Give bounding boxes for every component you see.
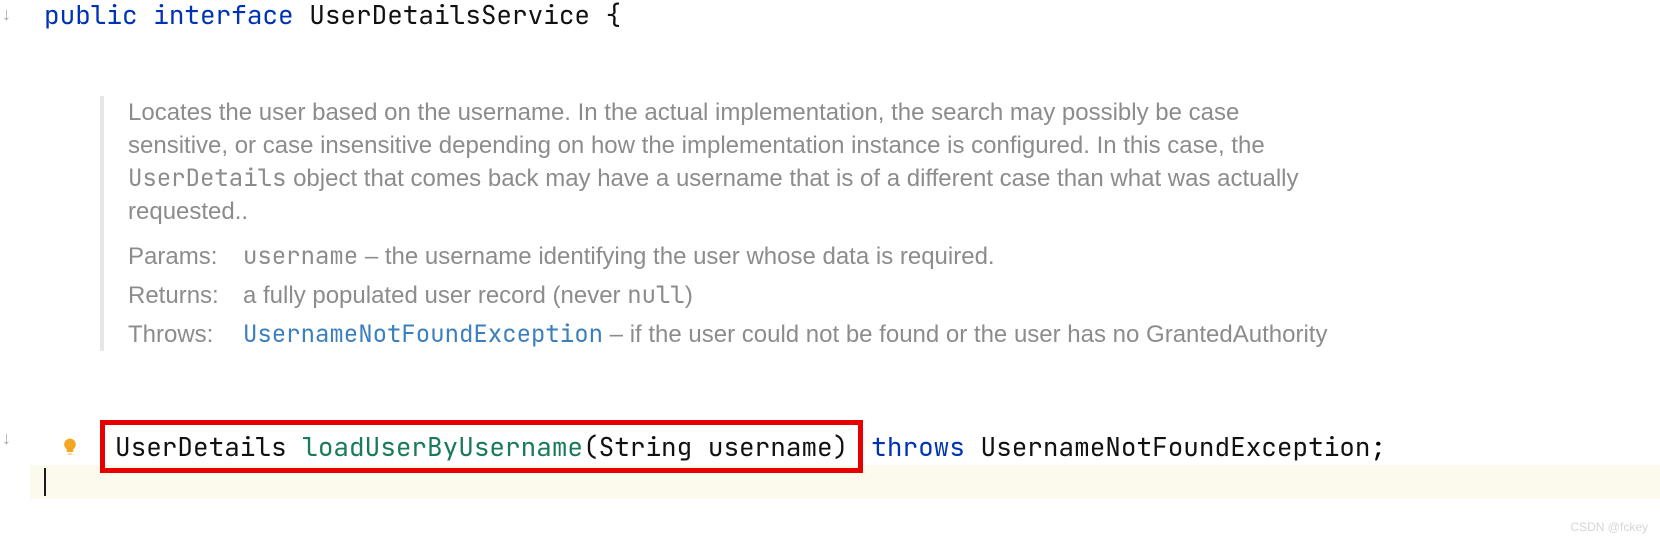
keyword-public: public [44,0,138,32]
editor-gutter: ↓ ↓ [0,0,30,540]
method-throws-clause[interactable]: throws UsernameNotFoundException; [871,429,1386,464]
semicolon: ; [1371,429,1387,464]
param-desc: the username identifying the user whose … [385,243,995,270]
javadoc-block: Locates the user based on the username. … [100,96,1340,351]
keyword-throws: throws [871,429,965,464]
exception-link[interactable]: UsernameNotFoundException [243,319,603,350]
javadoc-throws-value: UsernameNotFoundException – if the user … [243,318,1340,351]
code-editor[interactable]: public interface UserDetailsService { [30,0,1660,30]
javadoc-label-throws: Throws: [128,318,243,351]
javadoc-returns-row: Returns: a fully populated user record (… [128,279,1340,312]
javadoc-label-params: Params: [128,240,243,273]
highlighted-region: UserDetails loadUserByUsername(String us… [100,420,863,473]
throws-desc: if the user could not be found or the us… [630,321,1328,348]
intention-bulb-icon[interactable] [60,437,80,457]
doc-dash: – [358,243,385,270]
down-arrow-icon: ↓ [2,4,11,25]
javadoc-returns-value: a fully populated user record (never nul… [243,279,1340,312]
returns-text: a fully populated user record (never [243,282,627,309]
watermark-text: CSDN @fckey [1570,520,1648,534]
returns-text-end: ) [685,282,693,309]
param-type: String [599,429,693,464]
method-name: loadUserByUsername [302,429,583,464]
method-line[interactable]: UserDetails loadUserByUsername(String us… [60,420,1386,473]
code-line-declaration[interactable]: public interface UserDetailsService { [30,0,1660,30]
param-name-code: username [243,241,358,272]
type-name: UserDetailsService [309,0,590,32]
doc-text: Locates the user based on the username. … [128,99,1265,159]
javadoc-throws-row: Throws: UsernameNotFoundException – if t… [128,318,1340,351]
javadoc-label-returns: Returns: [128,279,243,312]
exception-type: UsernameNotFoundException [981,429,1371,464]
return-type: UserDetails [115,429,287,464]
returns-code: null [627,280,685,311]
javadoc-params-value: username – the username identifying the … [243,240,1340,273]
doc-dash: – [603,321,630,348]
javadoc-description: Locates the user based on the username. … [128,96,1340,228]
brace-open: { [606,0,622,32]
paren-open: ( [583,429,599,464]
doc-text: object that comes back may have a userna… [128,165,1299,225]
method-signature[interactable]: UserDetails loadUserByUsername(String us… [115,429,848,464]
text-caret [44,468,46,496]
javadoc-params-row: Params: username – the username identify… [128,240,1340,273]
keyword-interface: interface [153,0,293,32]
param-name: username [708,429,833,464]
doc-inline-code: UserDetails [128,163,286,194]
down-arrow-icon: ↓ [2,428,11,449]
paren-close: ) [833,429,849,464]
